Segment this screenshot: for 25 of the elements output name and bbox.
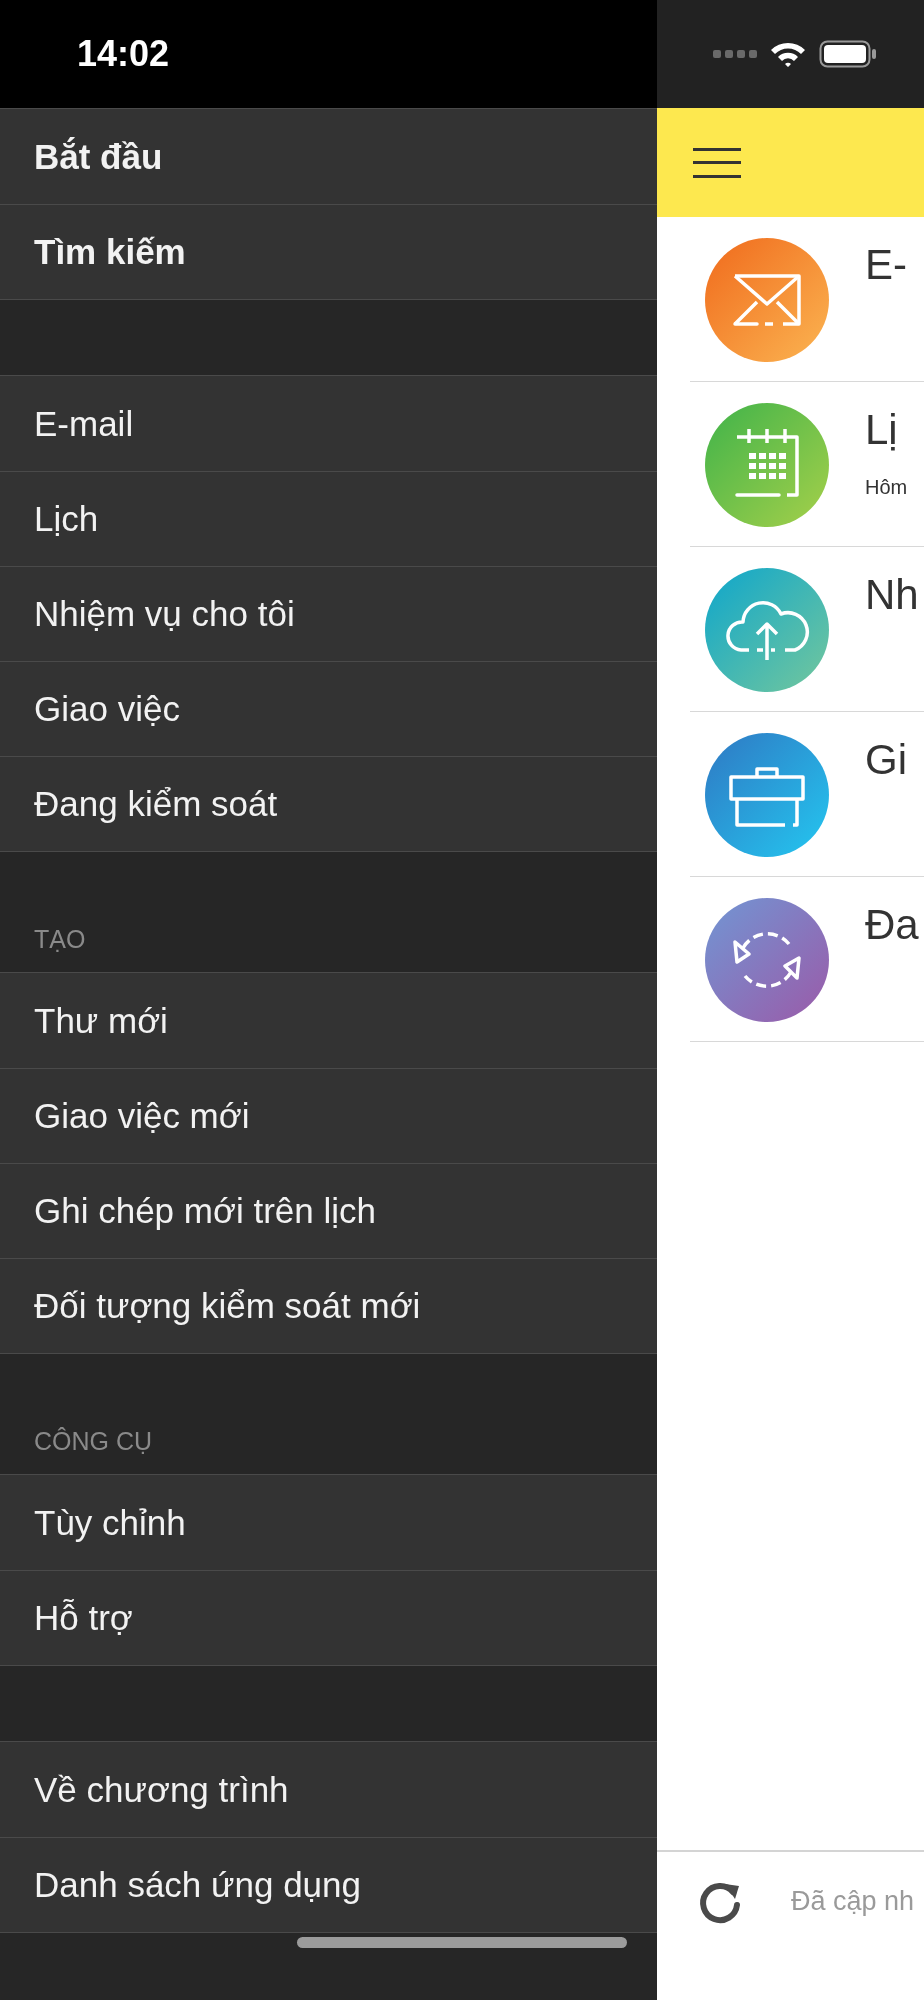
- item-subtitle: Hôm: [865, 476, 908, 499]
- update-status: Đã cập nh: [791, 1886, 915, 1917]
- item-title: Nh: [865, 571, 919, 619]
- wifi-icon: [769, 40, 807, 68]
- cloud-upload-icon: [705, 568, 829, 692]
- item-title: Lị: [865, 406, 899, 454]
- battery-icon: [819, 40, 877, 68]
- list-item[interactable]: Gi: [690, 712, 924, 877]
- list-item[interactable]: Nh: [690, 547, 924, 712]
- status-time: 14:02: [77, 33, 170, 75]
- list-item[interactable]: Đa: [690, 877, 924, 1042]
- list-item[interactable]: E-: [690, 217, 924, 382]
- calendar-icon: [705, 403, 829, 527]
- item-title: E-: [865, 241, 907, 289]
- sync-icon: [705, 898, 829, 1022]
- briefcase-icon: [705, 733, 829, 857]
- item-title: Đa: [865, 901, 919, 949]
- list-item[interactable]: Lị Hôm: [690, 382, 924, 547]
- envelope-icon: [705, 238, 829, 362]
- section-header: TẠO: [34, 925, 86, 954]
- refresh-icon[interactable]: [697, 1880, 743, 1926]
- menu-icon[interactable]: [693, 146, 741, 179]
- signal-icon: [713, 49, 757, 59]
- item-title: Gi: [865, 736, 907, 784]
- section-header: CÔNG CỤ: [34, 1427, 153, 1456]
